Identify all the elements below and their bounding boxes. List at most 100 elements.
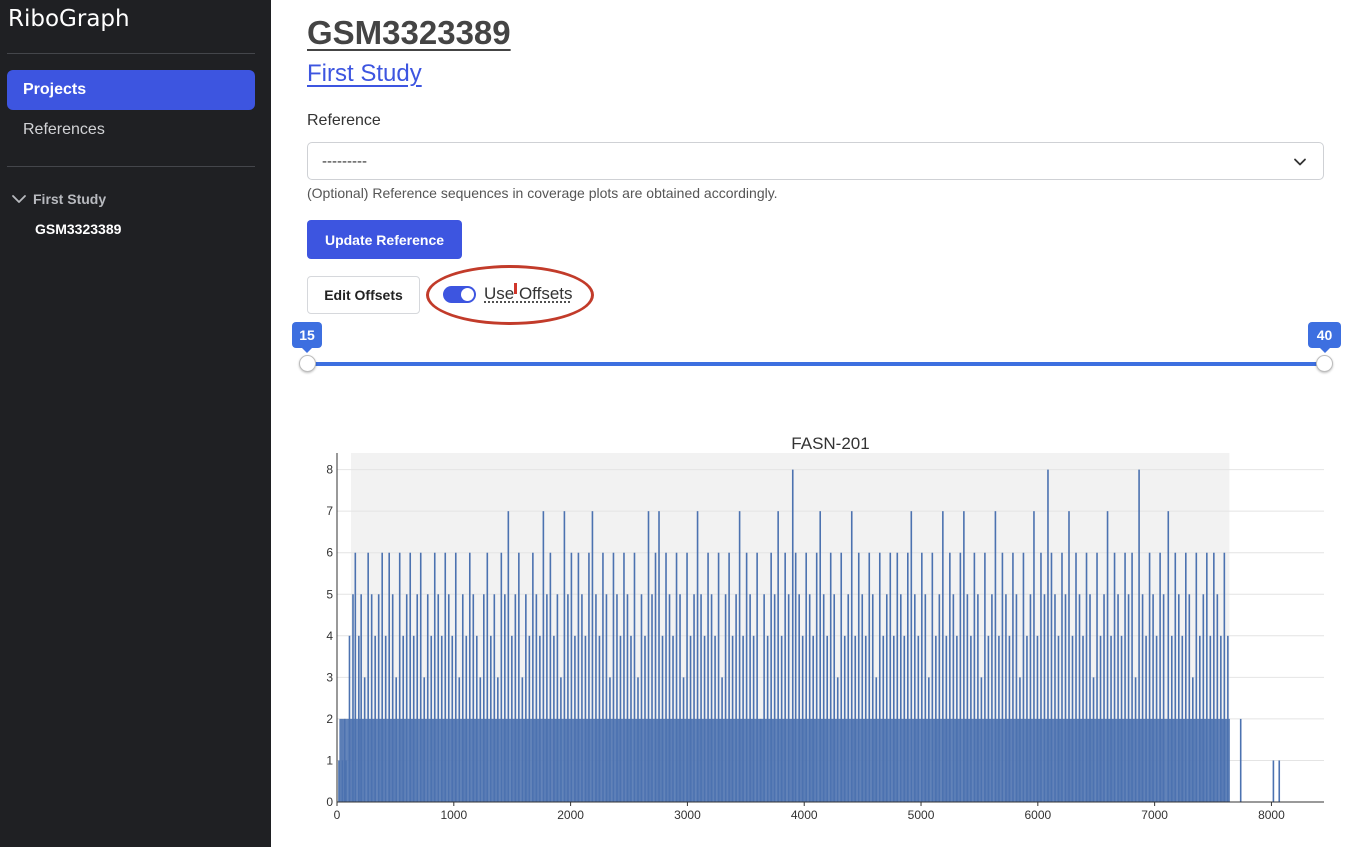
coverage-bar	[499, 718, 501, 802]
slider-min-handle[interactable]	[299, 355, 316, 372]
coverage-bar	[602, 718, 604, 802]
sidebar-item-projects[interactable]: Projects	[7, 70, 255, 110]
coverage-bar	[938, 718, 940, 802]
coverage-bar	[1205, 718, 1207, 802]
coverage-bar	[1114, 718, 1116, 802]
edit-offsets-button[interactable]: Edit Offsets	[307, 276, 420, 314]
coverage-bar	[740, 718, 743, 802]
update-reference-button[interactable]: Update Reference	[307, 220, 462, 259]
coverage-bar	[1209, 718, 1211, 802]
coverage-bar	[1079, 718, 1081, 802]
coverage-bar	[347, 718, 349, 802]
coverage-bar	[758, 718, 760, 802]
coverage-bar	[1102, 718, 1104, 802]
coverage-bar	[789, 718, 791, 802]
coverage-bar	[1141, 718, 1143, 802]
coverage-bar	[964, 718, 967, 802]
coverage-bar	[354, 718, 356, 802]
coverage-bar	[654, 718, 656, 802]
coverage-bar	[1021, 718, 1023, 802]
coverage-bar	[764, 718, 766, 802]
coverage-bar	[584, 718, 586, 802]
coverage-bar	[1073, 718, 1075, 802]
coverage-bar	[363, 718, 365, 802]
coverage-bar	[684, 718, 686, 802]
coverage-bar	[932, 718, 934, 802]
coverage-bar	[934, 718, 936, 802]
coverage-bar	[514, 718, 517, 802]
coverage-bar	[652, 718, 654, 802]
coverage-bar	[357, 718, 359, 802]
coverage-bar	[773, 718, 775, 802]
coverage-bar	[1106, 718, 1108, 802]
coverage-bar	[942, 718, 944, 802]
coverage-bar	[1103, 718, 1105, 802]
coverage-bar	[1157, 718, 1159, 802]
read-length-slider-track[interactable]	[307, 362, 1324, 366]
coverage-bar	[870, 718, 872, 802]
coverage-bar	[489, 718, 491, 802]
coverage-bar	[492, 718, 495, 802]
sidebar-item-references[interactable]: References	[7, 110, 255, 150]
coverage-bar	[519, 718, 521, 802]
coverage-bar	[818, 718, 820, 802]
app-brand[interactable]: RiboGraph	[8, 6, 130, 32]
coverage-bar	[868, 718, 870, 802]
coverage-bar	[916, 718, 918, 802]
tree-folder-first-study[interactable]: First Study	[11, 188, 106, 210]
coverage-bar	[1121, 718, 1123, 802]
coverage-bar	[623, 718, 625, 802]
coverage-bar	[899, 718, 901, 802]
coverage-bar	[392, 718, 395, 802]
coverage-bar	[892, 718, 894, 802]
coverage-bar	[586, 718, 588, 802]
coverage-bar	[854, 718, 856, 802]
coverage-bar	[629, 718, 631, 802]
coverage-bar	[765, 718, 767, 802]
coverage-bar	[1045, 718, 1047, 802]
coverage-bar	[612, 718, 614, 802]
coverage-bar	[993, 718, 995, 802]
coverage-bar	[617, 718, 620, 802]
coverage-bar	[383, 718, 385, 802]
y-tick-label: 5	[326, 587, 333, 601]
coverage-bar	[436, 718, 438, 802]
coverage-bar	[575, 718, 578, 802]
coverage-bar	[860, 718, 862, 802]
coverage-bar	[340, 718, 342, 802]
coverage-bar	[474, 718, 477, 802]
coverage-bar	[874, 718, 876, 802]
coverage-bar	[847, 718, 849, 802]
coverage-bar	[913, 718, 915, 802]
slider-max-handle[interactable]	[1316, 355, 1333, 372]
coverage-bar	[636, 718, 639, 802]
coverage-bar	[345, 718, 347, 802]
coverage-bar	[855, 718, 857, 802]
coverage-bar	[811, 718, 813, 802]
coverage-bar	[536, 718, 539, 802]
coverage-bar	[832, 718, 834, 802]
coverage-bar	[1023, 718, 1025, 802]
coverage-bar	[721, 718, 724, 802]
reference-select[interactable]: ---------	[307, 142, 1324, 180]
y-tick-label: 3	[326, 670, 333, 684]
coverage-bar	[608, 718, 610, 802]
coverage-bar	[1152, 718, 1155, 802]
coverage-bar	[627, 718, 629, 802]
coverage-bar	[669, 718, 671, 802]
coverage-bar	[534, 718, 537, 802]
coverage-bar	[756, 718, 758, 802]
coverage-bar	[838, 718, 840, 802]
coverage-bar	[539, 718, 541, 802]
coverage-bar	[468, 718, 470, 802]
coverage-bar	[573, 718, 575, 802]
coverage-bar	[995, 718, 997, 802]
coverage-bar	[1206, 718, 1208, 802]
coverage-bar	[530, 718, 532, 802]
coverage-bar	[441, 718, 443, 802]
page-title[interactable]: GSM3323389	[307, 14, 511, 52]
coverage-bar	[424, 718, 426, 802]
coverage-bar	[1190, 718, 1193, 802]
tree-item-sample[interactable]: GSM3323389	[35, 221, 121, 237]
study-link[interactable]: First Study	[307, 60, 422, 88]
